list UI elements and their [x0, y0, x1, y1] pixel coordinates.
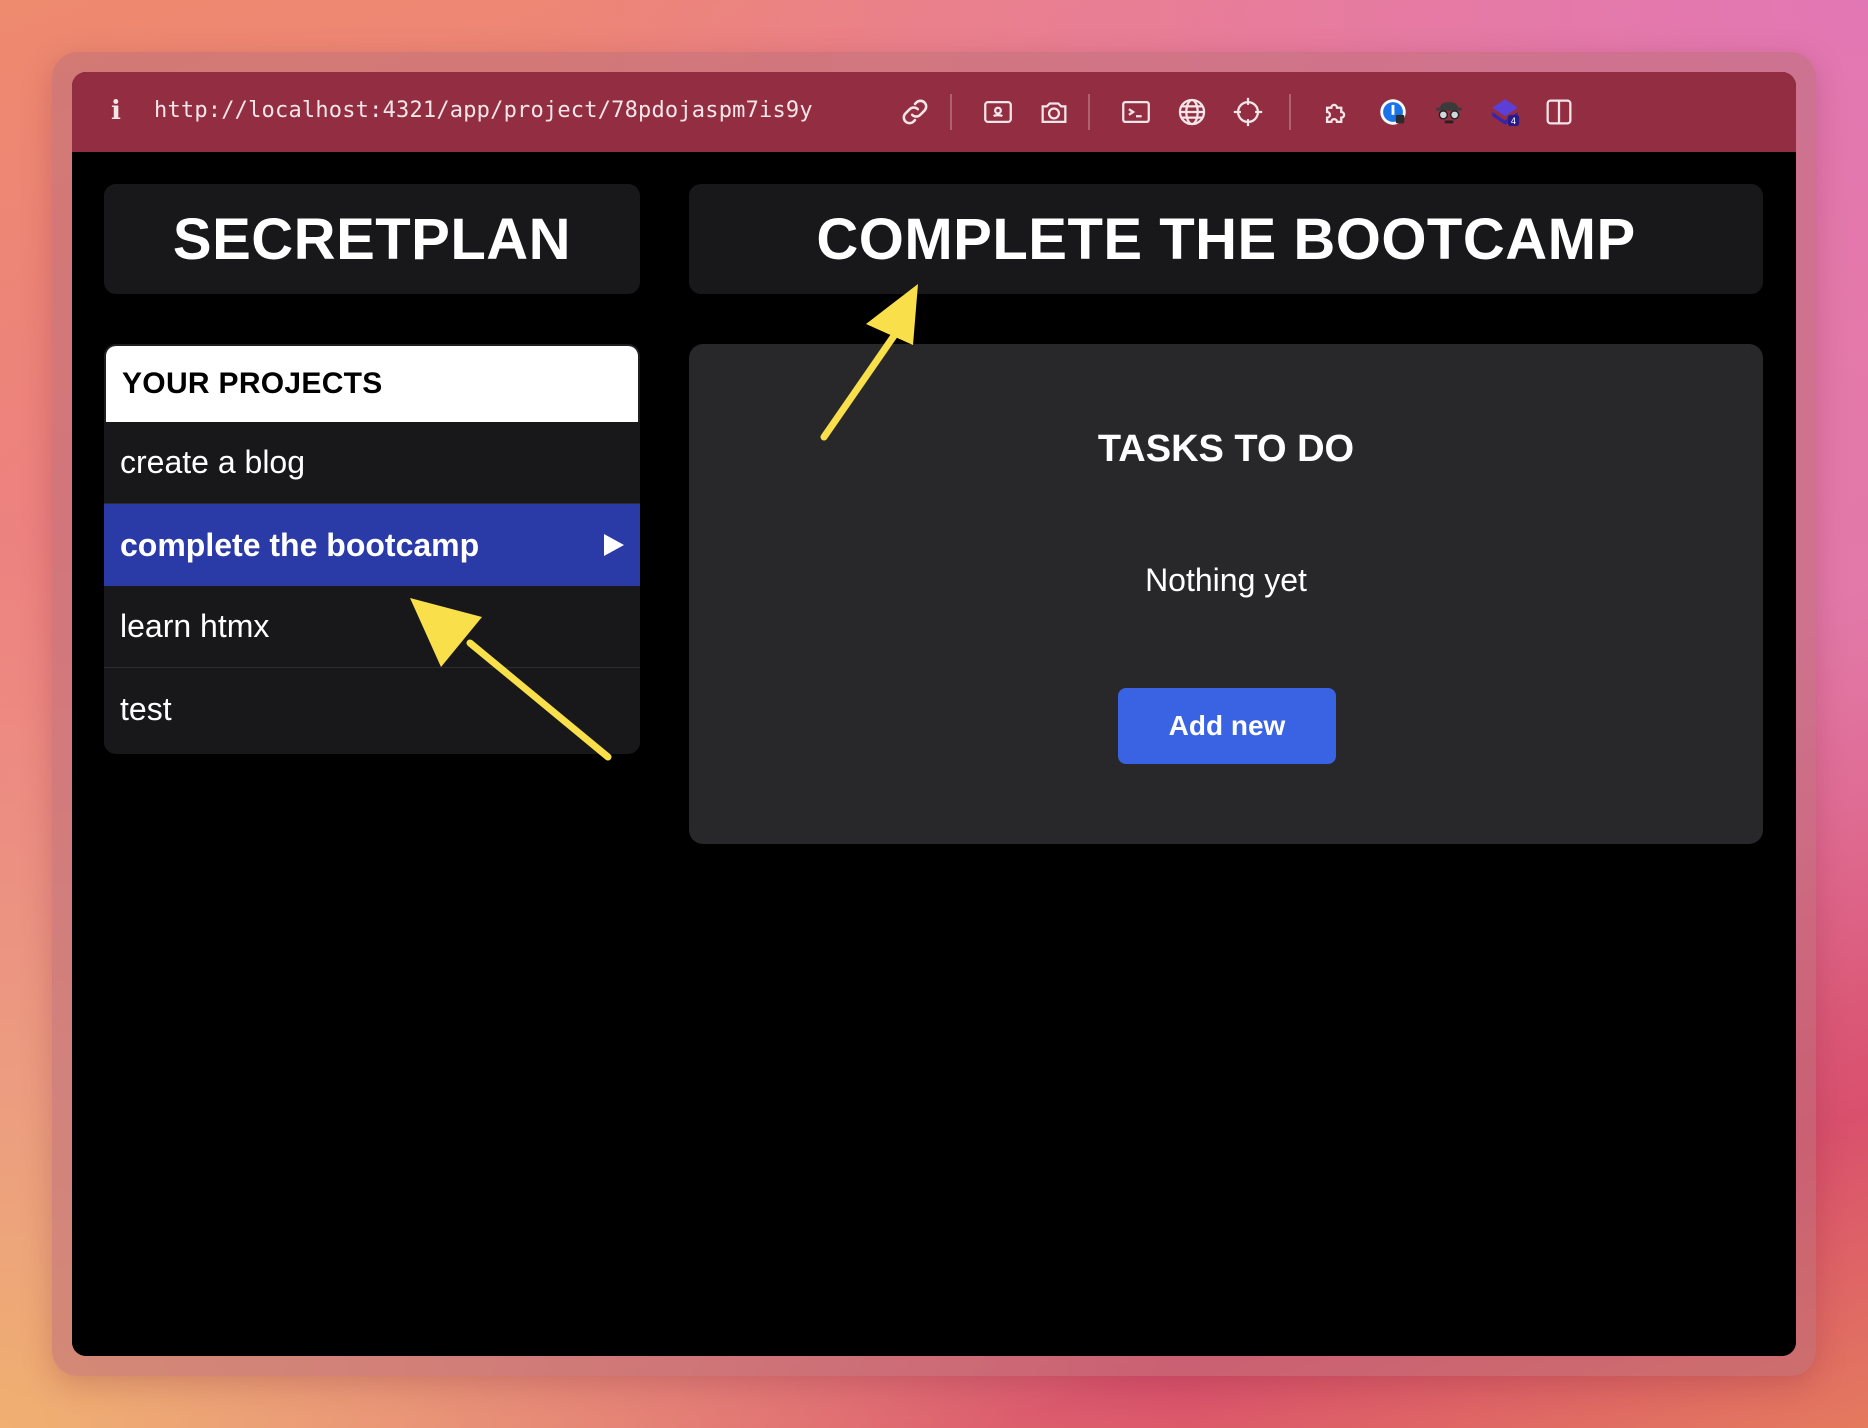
tasks-panel: TASKS TO DO Nothing yet Add new	[689, 344, 1763, 844]
projects-panel: YOUR PROJECTS create a blog complete the…	[104, 344, 640, 754]
terminal-icon[interactable]	[1116, 92, 1156, 132]
project-title-box: COMPLETE THE BOOTCAMP	[689, 184, 1763, 294]
info-icon[interactable]: i	[106, 96, 126, 126]
toolbar-separator	[950, 94, 952, 130]
tasks-title: TASKS TO DO	[1097, 428, 1355, 470]
browser-window: i http://localhost:4321/app/project/78pd…	[72, 72, 1796, 1356]
logo-box[interactable]: SECRETPLAN	[104, 184, 640, 294]
project-item-label: create a blog	[120, 444, 306, 480]
project-title: COMPLETE THE BOOTCAMP	[816, 206, 1636, 272]
layers-badge-count: 4	[1511, 117, 1516, 127]
globe-icon[interactable]	[1172, 92, 1212, 132]
link-icon[interactable]	[895, 92, 935, 132]
browser-toolbar: i http://localhost:4321/app/project/78pd…	[72, 72, 1796, 152]
spy-icon[interactable]	[1429, 92, 1469, 132]
projects-header: YOUR PROJECTS	[104, 344, 640, 422]
toolbar-separator	[1088, 94, 1090, 130]
image-frame-icon[interactable]	[978, 92, 1018, 132]
play-icon	[604, 534, 624, 556]
sidebar-toggle-icon[interactable]	[1539, 92, 1579, 132]
projects-header-label: YOUR PROJECTS	[122, 367, 383, 400]
camera-icon[interactable]	[1034, 92, 1074, 132]
project-item-complete-the-bootcamp[interactable]: complete the bootcamp	[104, 504, 640, 586]
extensions-icon[interactable]	[1317, 92, 1357, 132]
password-manager-icon[interactable]	[1373, 92, 1413, 132]
add-new-button[interactable]: Add new	[1118, 688, 1336, 764]
project-item-test[interactable]: test	[104, 668, 640, 750]
project-item-label: learn htmx	[120, 608, 270, 644]
layers-badge-icon[interactable]: 4	[1485, 92, 1525, 132]
project-item-label: complete the bootcamp	[120, 526, 480, 563]
project-item-label: test	[120, 690, 172, 727]
url-bar[interactable]: http://localhost:4321/app/project/78pdoj…	[154, 98, 813, 123]
project-item-create-a-blog[interactable]: create a blog	[104, 422, 640, 504]
crosshair-icon[interactable]	[1228, 92, 1268, 132]
page-content: SECRETPLAN COMPLETE THE BOOTCAMP YOUR PR…	[72, 152, 1796, 1356]
app-logo: SECRETPLAN	[172, 206, 572, 272]
tasks-empty-message: Nothing yet	[1145, 562, 1307, 598]
project-item-learn-htmx[interactable]: learn htmx	[104, 586, 640, 668]
toolbar-separator	[1289, 94, 1291, 130]
